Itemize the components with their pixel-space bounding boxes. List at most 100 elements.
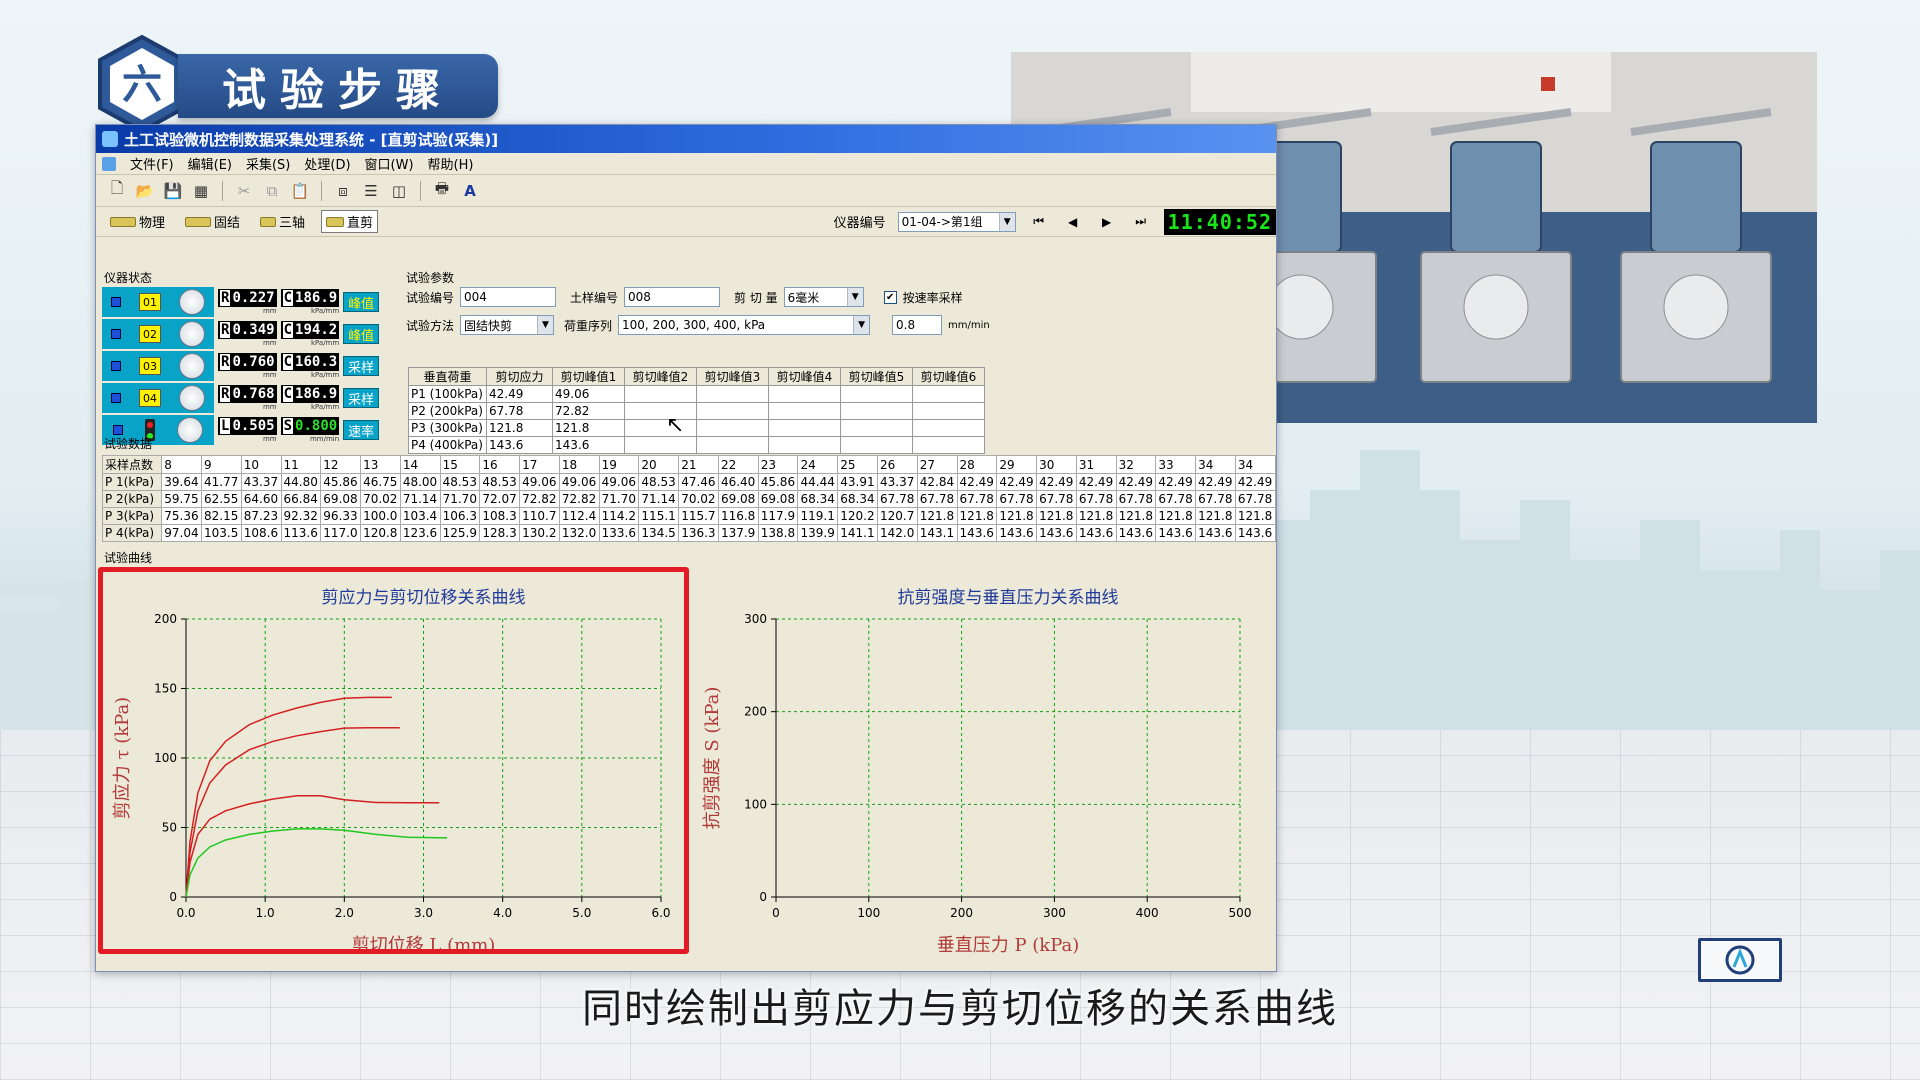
table-cell[interactable] [912, 419, 985, 437]
table-cell[interactable] [696, 402, 769, 420]
table-cell: 142.0 [877, 524, 918, 542]
mode-label: 物理 [139, 216, 166, 231]
mode-direct-shear[interactable]: 直剪 [321, 210, 379, 233]
table-cell[interactable]: 121.8 [486, 419, 553, 437]
menu-process[interactable]: 处理(D) [304, 154, 350, 173]
table-cell[interactable] [768, 419, 841, 437]
table-cell[interactable] [840, 385, 913, 403]
table-cell: 69.08 [757, 490, 799, 508]
table-row: P3 (300kPa) 121.8 121.8 [408, 419, 985, 437]
table-cell[interactable]: 143.6 [552, 436, 625, 454]
channel-badge[interactable]: 02 [139, 325, 161, 343]
table-cell[interactable] [696, 436, 769, 454]
menu-window[interactable]: 窗口(W) [365, 154, 414, 173]
table-cell[interactable] [912, 436, 985, 454]
table-cell: 72.82 [558, 490, 600, 508]
channel-state-button[interactable]: 采样 [343, 356, 380, 376]
print-icon[interactable]: 🖶 [431, 179, 453, 202]
test-no-input[interactable]: 004 [460, 287, 557, 307]
table-cell[interactable]: 49.06 [552, 385, 625, 403]
table-cell[interactable] [624, 436, 697, 454]
next-record-icon[interactable]: ▶ [1096, 215, 1118, 229]
properties-icon[interactable]: ▦ [190, 180, 212, 202]
status-indicator-icon [113, 425, 123, 435]
readout-unit: mm [262, 435, 277, 443]
copy-icon[interactable]: ⧉ [261, 180, 283, 202]
table-cell[interactable] [768, 436, 841, 454]
open-folder-icon[interactable]: 📂 [134, 180, 156, 202]
table-header-cell: 采样点数 [101, 455, 163, 474]
rate-sampling-checkbox[interactable]: ✔ [883, 290, 897, 304]
table-cell[interactable]: 72.82 [552, 402, 625, 420]
test-curves-label: 试验曲线 [104, 551, 153, 565]
shear-amount-select[interactable]: 6毫米 ▼ [783, 287, 864, 307]
table-cell: 67.78 [1195, 490, 1236, 508]
table-cell[interactable]: 42.49 [486, 385, 553, 403]
channel-badge[interactable]: 03 [139, 357, 161, 375]
table-cell[interactable] [912, 385, 985, 403]
table-cell: 42.49 [956, 473, 998, 491]
rate-value-input[interactable]: 0.8 [892, 315, 943, 335]
menu-collect[interactable]: 采集(S) [246, 154, 290, 173]
about-icon[interactable]: A [459, 180, 481, 202]
table-cell: 41.77 [201, 473, 242, 491]
window-title: 土工试验微机控制数据采集处理系统 - [直剪试验(采集)] [124, 130, 499, 149]
table-cell: 121.8 [1195, 507, 1236, 525]
table-cell[interactable]: 143.6 [486, 436, 553, 454]
menu-edit[interactable]: 编辑(E) [188, 154, 232, 173]
table-header-cell: 19 [598, 455, 640, 474]
table-header-cell: 13 [360, 455, 401, 474]
table-cell[interactable] [624, 402, 697, 420]
table-cell[interactable]: 67.78 [486, 402, 553, 420]
cut-icon[interactable]: ✂ [233, 180, 255, 202]
instrument-select[interactable]: 01-04->第1组 ▼ [897, 211, 1016, 232]
mode-physical[interactable]: 物理 [106, 211, 169, 232]
table-cell[interactable] [696, 419, 769, 437]
table-cell[interactable]: P4 (400kPa) [408, 436, 487, 454]
table-cell[interactable]: P1 (100kPa) [408, 385, 487, 403]
table-cell: 48.53 [479, 473, 521, 491]
table-cell[interactable] [912, 402, 985, 420]
window-titlebar[interactable]: 土工试验微机控制数据采集处理系统 - [直剪试验(采集)] [96, 125, 1276, 153]
paste-icon[interactable]: 📋 [289, 180, 311, 202]
channel-badge[interactable]: 04 [139, 389, 161, 407]
table-cell[interactable] [624, 385, 697, 403]
table-cell[interactable] [840, 402, 913, 420]
channel-state-button[interactable]: 采样 [343, 388, 380, 408]
table-cell[interactable]: 121.8 [552, 419, 625, 437]
mode-consolidation[interactable]: 固结 [181, 211, 244, 232]
prev-record-icon[interactable]: ◀ [1062, 215, 1084, 229]
table-cell[interactable]: P2 (200kPa) [408, 402, 487, 420]
table-header-cell: 9 [201, 455, 242, 474]
channel-badge[interactable]: 01 [139, 293, 161, 311]
table-cell[interactable]: P3 (300kPa) [408, 419, 487, 437]
table-cell[interactable] [768, 385, 841, 403]
load-sequence-select[interactable]: 100, 200, 300, 400, kPa ▼ [618, 315, 871, 335]
table-cell[interactable] [840, 436, 913, 454]
cascade-icon[interactable]: ⧈ [332, 180, 354, 202]
mode-triaxial[interactable]: 三轴 [256, 211, 309, 232]
menu-file[interactable]: 文件(F) [130, 154, 174, 173]
test-method-select[interactable]: 固结快剪 ▼ [460, 315, 555, 335]
readout-r-value: 0.227 [232, 290, 275, 306]
channel-state-button[interactable]: 速率 [343, 420, 380, 440]
table-cell: 43.37 [240, 473, 282, 491]
save-icon[interactable]: 💾 [162, 180, 184, 202]
sample-no-input[interactable]: 008 [624, 287, 721, 307]
table-cell: 125.9 [439, 524, 481, 542]
channel-state-button[interactable]: 峰值 [343, 292, 380, 312]
first-record-icon[interactable]: ⏮ [1028, 214, 1050, 229]
table-cell[interactable] [840, 419, 913, 437]
tile-horizontal-icon[interactable]: ☰ [360, 180, 382, 202]
readout-r: L 0.505 [218, 417, 277, 435]
table-header-cell: 23 [757, 455, 799, 474]
table-cell[interactable] [624, 419, 697, 437]
menu-help[interactable]: 帮助(H) [428, 154, 474, 173]
toolbar: 🗋 📂 💾 ▦ ✂ ⧉ 📋 ⧈ ☰ ◫ 🖶 A [96, 175, 1276, 207]
new-file-icon[interactable]: 🗋 [106, 179, 128, 202]
last-record-icon[interactable]: ⏭ [1130, 214, 1152, 229]
tile-vertical-icon[interactable]: ◫ [388, 180, 410, 202]
channel-state-button[interactable]: 峰值 [343, 324, 380, 344]
table-cell[interactable] [696, 385, 769, 403]
table-cell[interactable] [768, 402, 841, 420]
